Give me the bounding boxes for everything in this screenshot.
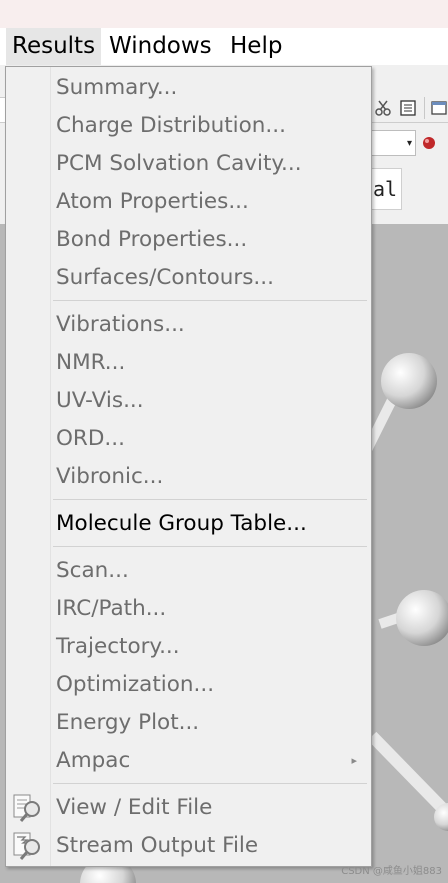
menu-item-scan[interactable]: Scan... — [6, 552, 371, 590]
menu-item-label: Stream Output File — [56, 833, 259, 858]
dropdown-combo[interactable]: ▾ — [370, 130, 416, 156]
toolbar-divider — [424, 97, 425, 119]
menu-item-label: Bond Properties... — [56, 227, 248, 252]
menu-separator — [53, 546, 367, 547]
menu-item-vibronic[interactable]: Vibronic... — [6, 458, 371, 496]
atom-sphere — [381, 353, 437, 409]
results-dropdown-menu: Summary... Charge Distribution... PCM So… — [5, 66, 372, 867]
menu-item-label: Scan... — [56, 558, 129, 583]
menu-item-optimization[interactable]: Optimization... — [6, 666, 371, 704]
file-magnifier-icon — [13, 794, 40, 822]
menu-item-label: ORD... — [56, 426, 125, 451]
menu-separator — [53, 499, 367, 500]
menu-item-vibrations[interactable]: Vibrations... — [6, 306, 371, 344]
menu-item-label: UV-Vis... — [56, 388, 144, 413]
stream-file-magnifier-icon — [13, 832, 40, 860]
menu-item-label: Optimization... — [56, 672, 215, 697]
text-field[interactable]: al — [370, 168, 402, 210]
chevron-down-icon: ▾ — [406, 138, 412, 149]
menu-item-label: NMR... — [56, 350, 126, 375]
element-ball-icon[interactable] — [420, 134, 438, 152]
menu-item-energy-plot[interactable]: Energy Plot... — [6, 704, 371, 742]
menu-results[interactable]: Results — [6, 28, 102, 65]
menu-bar: Results Windows Help — [0, 28, 448, 65]
menu-item-label: Surfaces/Contours... — [56, 265, 274, 290]
menu-item-view-edit-file[interactable]: View / Edit File — [6, 789, 371, 827]
watermark-text: CSDN @咸鱼小姐883 — [341, 866, 442, 877]
menu-item-label: IRC/Path... — [56, 596, 167, 621]
list-window-icon[interactable] — [399, 99, 417, 117]
menu-item-label: Atom Properties... — [56, 189, 249, 214]
menu-item-surfaces-contours[interactable]: Surfaces/Contours... — [6, 259, 371, 297]
menu-item-label: Ampac — [56, 748, 131, 773]
menu-item-trajectory[interactable]: Trajectory... — [6, 628, 371, 666]
title-bar — [0, 0, 448, 28]
atom-sphere — [396, 590, 448, 646]
menu-item-pcm-solvation-cavity[interactable]: PCM Solvation Cavity... — [6, 145, 371, 183]
menu-item-molecule-group-table[interactable]: Molecule Group Table... — [6, 505, 371, 543]
menu-item-nmr[interactable]: NMR... — [6, 344, 371, 382]
toolbar-row-divider — [370, 122, 448, 123]
menu-item-stream-output-file[interactable]: Stream Output File — [6, 827, 371, 865]
menu-windows[interactable]: Windows — [103, 28, 218, 65]
menu-item-ampac[interactable]: Ampac ▸ — [6, 742, 371, 780]
bond — [367, 731, 448, 819]
menu-item-label: Molecule Group Table... — [56, 511, 307, 536]
submenu-arrow-icon: ▸ — [351, 754, 357, 767]
menu-item-label: Charge Distribution... — [56, 113, 286, 138]
menu-item-label: Trajectory... — [56, 634, 180, 659]
menu-item-atom-properties[interactable]: Atom Properties... — [6, 183, 371, 221]
menu-item-label: PCM Solvation Cavity... — [56, 151, 302, 176]
menu-item-summary[interactable]: Summary... — [6, 69, 371, 107]
menu-item-label: Vibronic... — [56, 464, 164, 489]
menu-item-label: Summary... — [56, 75, 178, 100]
menu-separator — [53, 300, 367, 301]
menu-separator — [53, 783, 367, 784]
menu-item-irc-path[interactable]: IRC/Path... — [6, 590, 371, 628]
menu-item-label: Energy Plot... — [56, 710, 200, 735]
menu-item-charge-distribution[interactable]: Charge Distribution... — [6, 107, 371, 145]
menu-item-uv-vis[interactable]: UV-Vis... — [6, 382, 371, 420]
menu-item-ord[interactable]: ORD... — [6, 420, 371, 458]
menu-item-label: Vibrations... — [56, 312, 185, 337]
menu-item-bond-properties[interactable]: Bond Properties... — [6, 221, 371, 259]
scissors-icon[interactable] — [374, 99, 392, 117]
window-icon[interactable] — [430, 99, 448, 117]
menu-help[interactable]: Help — [224, 28, 288, 65]
menu-item-label: View / Edit File — [56, 795, 213, 820]
